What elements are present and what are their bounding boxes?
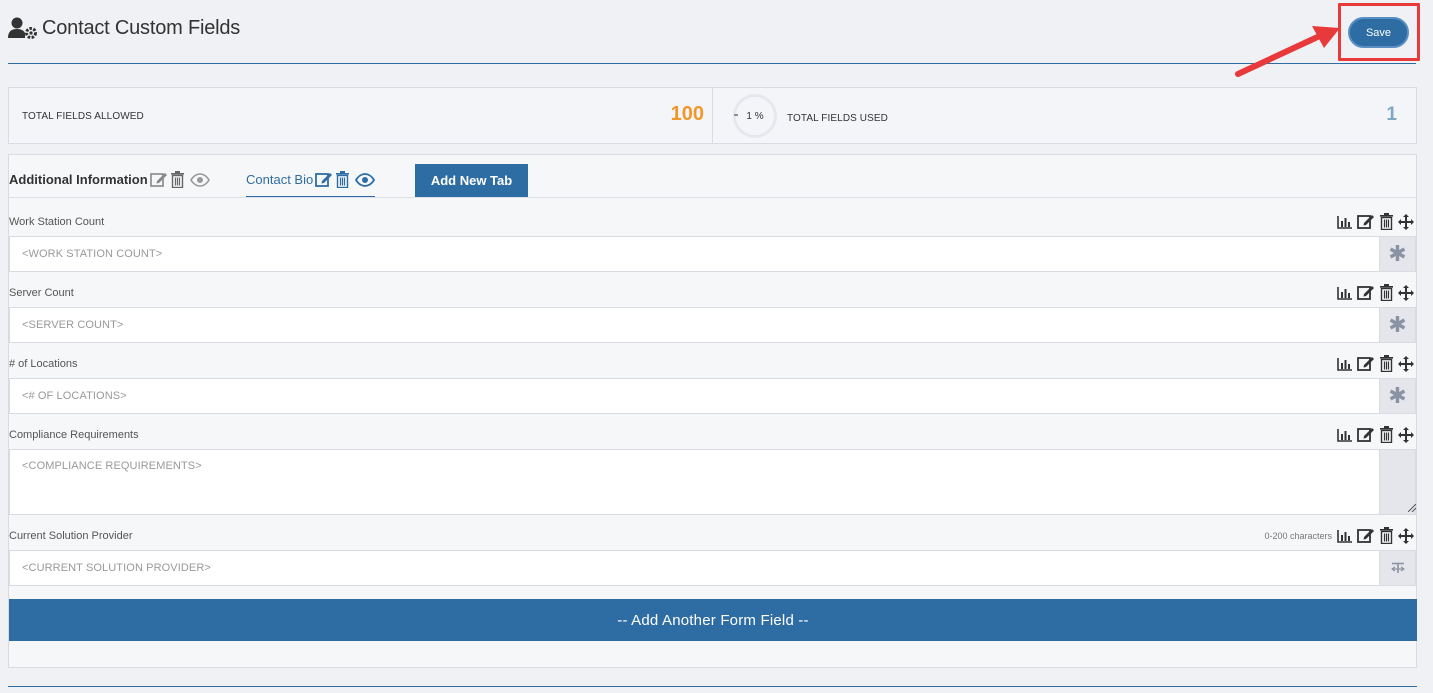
edit-icon[interactable] — [1357, 527, 1375, 544]
eye-icon[interactable] — [355, 172, 376, 187]
required-asterisk-icon: ✱ — [1379, 237, 1415, 271]
field-input-row: <COMPLIANCE REQUIREMENTS> — [9, 449, 1416, 515]
server-count-input[interactable]: <SERVER COUNT> — [10, 308, 1379, 342]
fields-panel: Additional Information Contact Bio Add N… — [8, 154, 1417, 668]
trash-icon[interactable] — [1379, 527, 1394, 544]
field-input-row: <WORK STATION COUNT> ✱ — [9, 236, 1416, 272]
textarea-addon — [1379, 450, 1416, 514]
edit-icon[interactable] — [1357, 213, 1375, 230]
field-tools — [1337, 355, 1414, 372]
move-icon[interactable] — [1398, 213, 1414, 230]
compliance-requirements-textarea[interactable]: <COMPLIANCE REQUIREMENTS> — [10, 450, 1379, 514]
field-tools — [1337, 284, 1414, 301]
field-input-row: <SERVER COUNT> ✱ — [9, 307, 1416, 343]
move-icon[interactable] — [1398, 527, 1414, 544]
move-icon[interactable] — [1398, 284, 1414, 301]
edit-icon[interactable] — [1357, 355, 1375, 372]
usage-ring-marker — [734, 114, 738, 116]
tab-additional-information[interactable]: Additional Information — [9, 171, 210, 188]
bar-chart-icon[interactable] — [1337, 529, 1353, 543]
usage-percent: 1 % — [746, 110, 764, 122]
character-limit-hint: 0-200 characters — [1264, 530, 1332, 541]
required-asterisk-icon: ✱ — [1379, 379, 1415, 413]
bar-chart-icon[interactable] — [1337, 357, 1353, 371]
field-label: Compliance Requirements — [9, 429, 139, 441]
trash-icon[interactable] — [1379, 284, 1394, 301]
field-input-row: <CURRENT SOLUTION PROVIDER> — [9, 550, 1416, 586]
add-another-form-field-button[interactable]: -- Add Another Form Field -- — [9, 599, 1417, 641]
move-icon[interactable] — [1398, 355, 1414, 372]
edit-icon[interactable] — [315, 171, 333, 188]
add-new-tab-button[interactable]: Add New Tab — [415, 164, 528, 197]
field-label: # of Locations — [9, 358, 78, 370]
total-fields-used-label: TOTAL FIELDS USED — [787, 113, 888, 124]
trash-icon[interactable] — [1379, 213, 1394, 230]
user-gear-icon — [8, 16, 38, 40]
edit-icon[interactable] — [1357, 426, 1375, 443]
bar-chart-icon[interactable] — [1337, 286, 1353, 300]
annotation-arrow-icon — [1235, 26, 1340, 77]
page-header: Contact Custom Fields — [8, 0, 1416, 64]
total-fields-allowed-value: 100 — [670, 103, 704, 125]
field-tools — [1337, 213, 1414, 230]
total-fields-used: 1 % TOTAL FIELDS USED 1 — [713, 88, 1416, 143]
edit-icon[interactable] — [149, 171, 168, 188]
tab-label: Additional Information — [9, 172, 148, 187]
trash-icon[interactable] — [1379, 355, 1394, 372]
field-tools: 0-200 characters — [1264, 527, 1414, 544]
tab-contact-bio[interactable]: Contact Bio — [246, 171, 376, 197]
text-size-icon — [1379, 551, 1415, 585]
field-input-row: <# OF LOCATIONS> ✱ — [9, 378, 1416, 414]
field-label: Work Station Count — [9, 216, 105, 228]
trash-icon[interactable] — [1379, 426, 1394, 443]
resize-handle-icon[interactable] — [1408, 504, 1416, 512]
usage-ring: 1 % — [733, 94, 777, 138]
work-station-count-input[interactable]: <WORK STATION COUNT> — [10, 237, 1379, 271]
page-title: Contact Custom Fields — [8, 16, 240, 40]
field-label: Current Solution Provider — [9, 530, 133, 542]
bottom-divider — [8, 686, 1417, 687]
field-label: Server Count — [9, 287, 74, 299]
locations-input[interactable]: <# OF LOCATIONS> — [10, 379, 1379, 413]
required-asterisk-icon: ✱ — [1379, 308, 1415, 342]
tab-label: Contact Bio — [246, 172, 314, 187]
edit-icon[interactable] — [1357, 284, 1375, 301]
bar-chart-icon[interactable] — [1337, 215, 1353, 229]
save-button[interactable]: Save — [1348, 17, 1409, 48]
eye-icon[interactable] — [189, 172, 210, 187]
trash-icon[interactable] — [335, 171, 350, 188]
total-fields-allowed: TOTAL FIELDS ALLOWED 100 — [9, 88, 713, 143]
fields-stats: TOTAL FIELDS ALLOWED 100 1 % TOTAL FIELD… — [8, 87, 1417, 144]
field-tools — [1337, 426, 1414, 443]
trash-icon[interactable] — [170, 171, 185, 188]
move-icon[interactable] — [1398, 426, 1414, 443]
tab-bar: Additional Information Contact Bio Add N… — [9, 155, 1416, 198]
page-title-text: Contact Custom Fields — [42, 16, 241, 39]
total-fields-used-value: 1 — [1386, 104, 1397, 125]
bar-chart-icon[interactable] — [1337, 428, 1353, 442]
total-fields-allowed-label: TOTAL FIELDS ALLOWED — [22, 111, 144, 122]
current-solution-provider-input[interactable]: <CURRENT SOLUTION PROVIDER> — [10, 551, 1379, 585]
